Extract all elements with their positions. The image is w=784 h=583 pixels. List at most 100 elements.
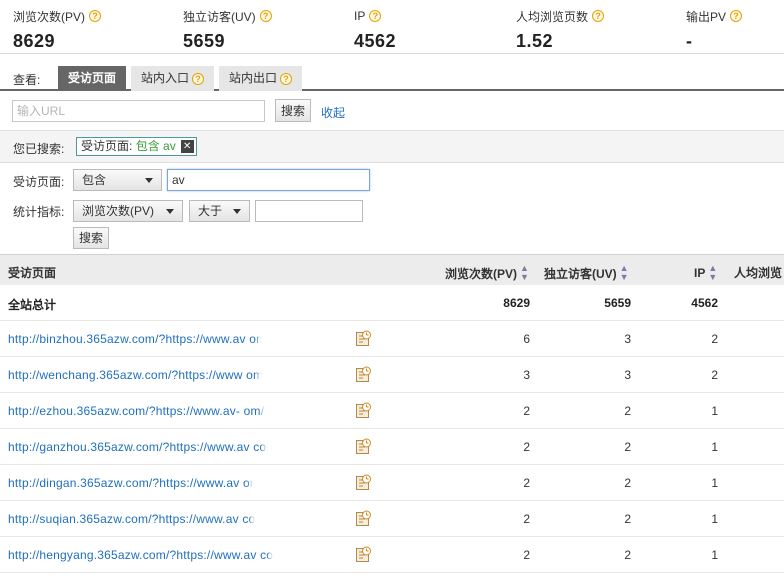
summary-bar: 浏览次数(PV)? 8629 独立访客(UV)? 5659 IP? 4562 人… xyxy=(0,0,784,54)
redaction-mask xyxy=(270,542,314,564)
select-value: 大于 xyxy=(198,204,223,218)
total-pv: 8629 xyxy=(503,296,530,310)
redaction-mask xyxy=(258,326,302,348)
redaction-mask xyxy=(252,506,296,528)
url-search-input[interactable] xyxy=(12,100,265,122)
row-pv: 2 xyxy=(523,476,530,490)
row-uv: 3 xyxy=(624,332,631,346)
help-icon[interactable]: ? xyxy=(259,10,272,22)
searched-conditions: 您已搜索: 受访页面: 包含 av ✕ xyxy=(0,131,784,163)
metric-ip: IP? 4562 xyxy=(354,8,396,52)
page-url-link[interactable]: http://ezhou.365azw.com/?https://www.av-… xyxy=(8,404,264,418)
view-label: 查看: xyxy=(13,73,41,87)
history-icon[interactable] xyxy=(356,366,371,382)
row-uv: 2 xyxy=(624,404,631,418)
history-icon[interactable] xyxy=(356,474,371,490)
row-uv: 3 xyxy=(624,368,631,382)
table-header: 受访页面 浏览次数(PV) ▲ ▼ 独立访客(UV) ▲ ▼ IP ▲ ▼ 人均浏览 xyxy=(0,254,784,285)
col-pv[interactable]: 浏览次数(PV) ▲ ▼ xyxy=(445,264,529,282)
row-uv: 2 xyxy=(624,548,631,562)
page-url-link[interactable]: http://hengyang.365azw.com/?https://www.… xyxy=(8,548,287,562)
tab-site-exit[interactable]: 站内出口? xyxy=(219,66,303,91)
table-row: http://suqian.365azw.com/?https://www.av… xyxy=(0,501,784,537)
history-icon[interactable] xyxy=(356,402,371,418)
history-icon[interactable] xyxy=(356,330,371,346)
metric-value-input[interactable] xyxy=(255,200,363,222)
close-icon[interactable]: ✕ xyxy=(180,140,194,153)
row-ip: 1 xyxy=(711,476,718,490)
metric-output-pv: 输出PV? - xyxy=(686,8,743,52)
col-pages-per-visitor: 人均浏览 xyxy=(734,266,783,280)
table-row: http://binzhou.365azw.com/?https://www.a… xyxy=(0,321,784,357)
page-filter-input[interactable] xyxy=(167,169,370,191)
row-uv: 2 xyxy=(624,512,631,526)
help-icon[interactable]: ? xyxy=(280,72,293,85)
row-ip: 1 xyxy=(711,548,718,562)
table-row: http://wenchang.365azw.com/?https://www … xyxy=(0,357,784,393)
history-icon[interactable] xyxy=(356,438,371,454)
tab-label: 站内入口 xyxy=(141,71,190,85)
compare-select[interactable]: 大于 xyxy=(189,200,250,222)
page-url-link[interactable]: http://ganzhou.365azw.com/?https://www.a… xyxy=(8,440,280,454)
row-ip: 2 xyxy=(711,332,718,346)
searched-label: 您已搜索: xyxy=(13,142,65,156)
help-icon[interactable]: ? xyxy=(730,10,743,22)
tab-visited-pages[interactable]: 受访页面 xyxy=(58,66,127,91)
row-pv: 3 xyxy=(523,368,530,382)
metric-label: 人均浏览页数 xyxy=(516,9,589,24)
tab-label: 站内出口 xyxy=(229,71,278,85)
total-ip: 4562 xyxy=(691,296,718,310)
page-url-link[interactable]: http://binzhou.365azw.com/?https://www.a… xyxy=(8,332,273,346)
chevron-down-icon xyxy=(145,177,153,183)
search-chip: 受访页面: 包含 av ✕ xyxy=(76,137,197,156)
col-label: 独立访客(UV) xyxy=(544,266,617,281)
collapse-link[interactable]: 收起 xyxy=(321,104,345,121)
table-total-row: 全站总计 8629 5659 4562 xyxy=(0,285,784,321)
chip-key: 受访页面: xyxy=(81,139,133,153)
metric-uv: 独立访客(UV)? 5659 xyxy=(183,8,272,52)
help-icon[interactable]: ? xyxy=(369,10,382,22)
metric-select[interactable]: 浏览次数(PV) xyxy=(73,200,183,222)
page-url-link[interactable]: http://dingan.365azw.com/?https://www.av… xyxy=(8,476,264,490)
help-icon[interactable]: ? xyxy=(192,72,205,85)
metric-pages-per-visitor: 人均浏览页数? 1.52 xyxy=(516,8,605,52)
row-ip: 1 xyxy=(711,404,718,418)
col-visited-page: 受访页面 xyxy=(8,266,57,280)
row-uv: 2 xyxy=(624,476,631,490)
tab-site-entry[interactable]: 站内入口? xyxy=(131,66,215,91)
row-pv: 2 xyxy=(523,404,530,418)
col-ip[interactable]: IP ▲ ▼ xyxy=(694,264,717,282)
chip-value: 包含 av xyxy=(135,139,176,153)
metric-value: 8629 xyxy=(13,31,56,51)
page-operator-select[interactable]: 包含 xyxy=(73,169,162,191)
url-search-row: 搜索 收起 xyxy=(0,91,784,131)
sort-icon[interactable]: ▲ ▼ xyxy=(620,264,629,282)
sort-icon[interactable]: ▲ ▼ xyxy=(708,264,717,282)
row-pv: 2 xyxy=(523,512,530,526)
url-search-button[interactable]: 搜索 xyxy=(275,99,312,122)
help-icon[interactable]: ? xyxy=(592,10,605,22)
row-ip: 2 xyxy=(711,368,718,382)
view-tabs: 查看: 受访页面 站内入口? 站内出口? xyxy=(0,65,784,91)
select-value: 浏览次数(PV) xyxy=(82,204,155,218)
metric-pv: 浏览次数(PV)? 8629 xyxy=(13,8,102,52)
page-url-link[interactable]: http://suqian.365azw.com/?https://www.av… xyxy=(8,512,273,526)
col-uv[interactable]: 独立访客(UV) ▲ ▼ xyxy=(544,264,629,282)
total-label: 全站总计 xyxy=(8,298,57,312)
page-url-link[interactable]: http://wenchang.365azw.com/?https://www … xyxy=(8,368,270,382)
sort-icon[interactable]: ▲ ▼ xyxy=(520,264,529,282)
history-icon[interactable] xyxy=(356,546,371,562)
metric-value: 4562 xyxy=(354,31,397,51)
row-ip: 1 xyxy=(711,440,718,454)
metric-label: 输出PV xyxy=(686,9,727,24)
row-pv: 6 xyxy=(523,332,530,346)
table-row: http://ganzhou.365azw.com/?https://www.a… xyxy=(0,429,784,465)
filter-search-button[interactable]: 搜索 xyxy=(73,227,110,249)
metric-label: 浏览次数(PV) xyxy=(13,9,86,24)
chevron-down-icon xyxy=(166,208,174,214)
redaction-mask xyxy=(264,434,308,456)
total-uv: 5659 xyxy=(604,296,631,310)
help-icon[interactable]: ? xyxy=(89,10,102,22)
redaction-mask xyxy=(262,398,306,420)
history-icon[interactable] xyxy=(356,510,371,526)
